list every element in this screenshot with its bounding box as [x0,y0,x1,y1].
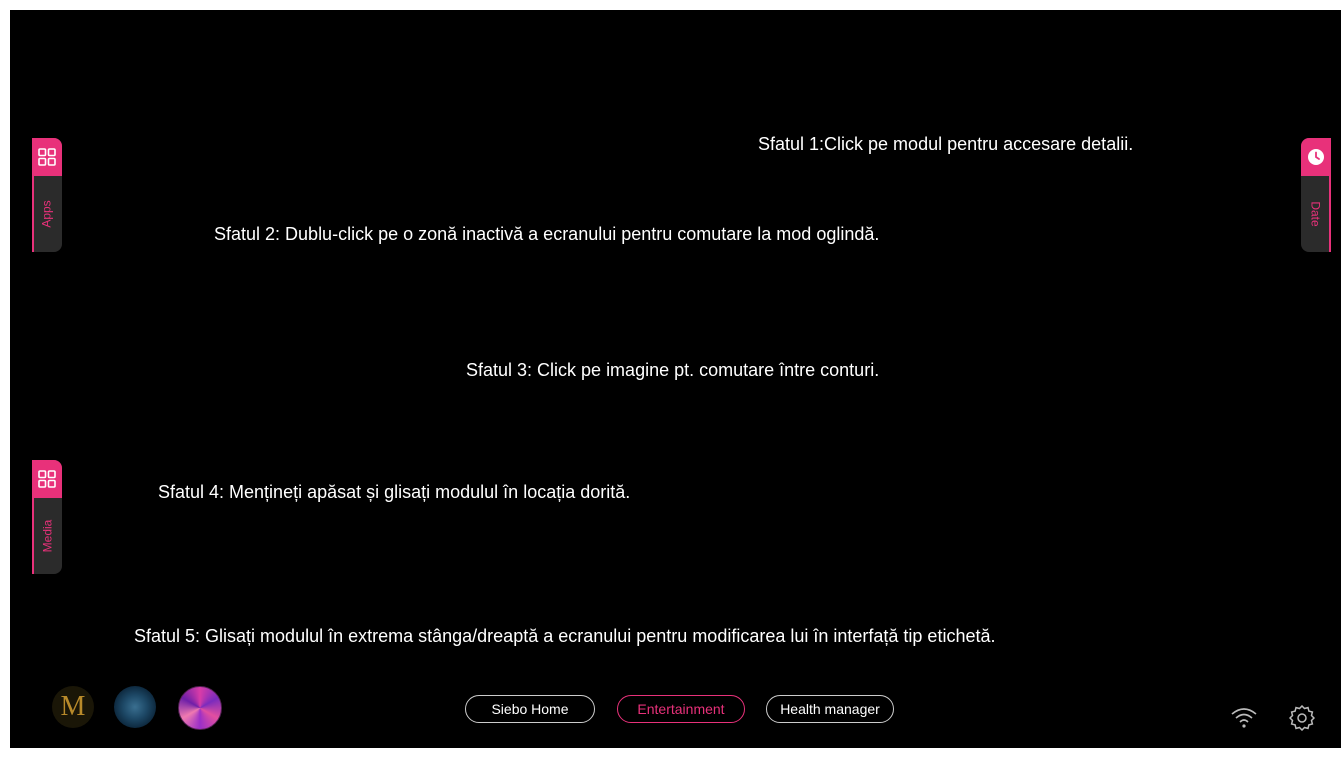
tip-4: Sfatul 4: Mențineți apăsat și glisați mo… [158,482,631,502]
account-m-letter: M [60,691,86,722]
tip-5: Sfatul 5: Glisați modulul în extrema stâ… [134,626,996,646]
nav-entertainment[interactable]: Entertainment [617,695,745,723]
side-tab-media-label: Media [40,519,54,553]
grid-icon [32,138,62,176]
grid-icon [32,460,62,498]
nav-siebo-home[interactable]: Siebo Home [465,695,595,723]
tip-1: Sfatul 1:Click pe modul pentru accesare … [758,134,1134,154]
clock-icon [1301,138,1331,176]
nav-health-manager[interactable]: Health manager [766,695,894,723]
side-tab-date-label: Date [1308,201,1323,227]
flower-avatar[interactable] [178,686,222,730]
globe-avatar[interactable] [114,686,156,728]
side-tab-date[interactable]: Date [1301,138,1331,252]
side-tab-apps[interactable]: Apps [32,138,62,252]
side-tab-media[interactable]: Media [32,460,62,574]
mirror-screen[interactable]: Sfatul 1:Click pe modul pentru accesare … [10,10,1341,748]
gear-icon[interactable] [1288,704,1316,736]
account-m-avatar[interactable]: M [52,686,94,728]
side-tab-apps-label: Apps [39,200,54,228]
wifi-icon[interactable] [1230,707,1258,734]
tip-2: Sfatul 2: Dublu-click pe o zonă inactivă… [214,224,880,244]
tip-3: Sfatul 3: Click pe imagine pt. comutare … [466,360,880,380]
